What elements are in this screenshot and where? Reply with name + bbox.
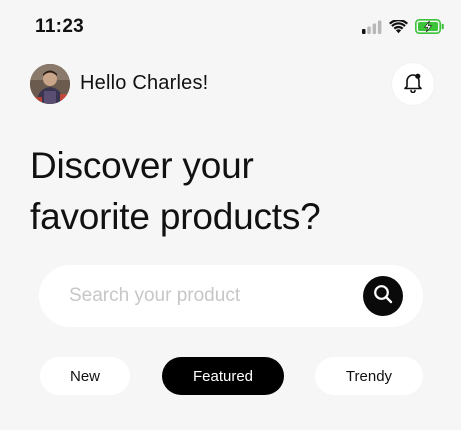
search-button[interactable] bbox=[363, 276, 403, 316]
search-bar bbox=[39, 265, 423, 327]
search-icon bbox=[372, 283, 394, 310]
tab-new[interactable]: New bbox=[40, 357, 130, 395]
avatar[interactable] bbox=[30, 64, 70, 104]
greeting-text: Hello Charles! bbox=[80, 72, 209, 94]
status-icons bbox=[362, 19, 445, 34]
headline-line-2: favorite products? bbox=[30, 196, 321, 237]
notification-button[interactable] bbox=[392, 63, 434, 105]
wifi-icon bbox=[389, 19, 408, 34]
avatar-photo bbox=[30, 64, 70, 104]
app-screen: 11:23 Hello Charles! Discover your favor… bbox=[0, 0, 461, 430]
status-time: 11:23 bbox=[35, 16, 85, 37]
search-input[interactable] bbox=[69, 283, 349, 309]
headline-line-1: Discover your bbox=[30, 145, 254, 186]
cellular-signal-icon bbox=[362, 20, 382, 34]
tab-featured[interactable]: Featured bbox=[162, 357, 284, 395]
tab-trendy[interactable]: Trendy bbox=[315, 357, 423, 395]
page-headline: Discover your favorite products? bbox=[30, 140, 450, 242]
bell-icon bbox=[402, 71, 424, 98]
battery-charging-icon bbox=[415, 19, 445, 34]
